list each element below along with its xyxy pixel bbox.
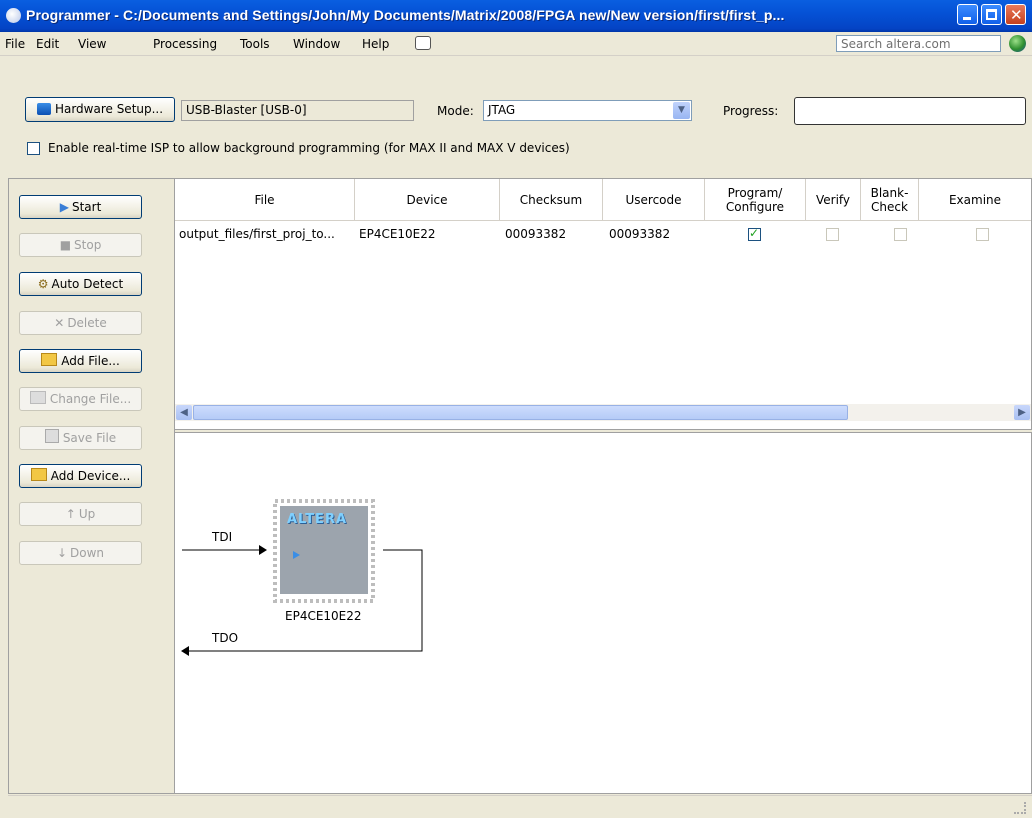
delete-button[interactable]: ✕ Delete — [19, 311, 142, 335]
auto-detect-label: Auto Detect — [51, 277, 124, 291]
column-header-blank-check[interactable]: Blank- Check — [861, 179, 919, 221]
up-button[interactable]: ↑ Up — [19, 502, 142, 526]
device-label: EP4CE10E22 — [285, 609, 362, 623]
examine-checkbox[interactable] — [976, 228, 989, 241]
minimize-button[interactable] — [957, 4, 978, 25]
menu-tools[interactable]: Tools — [240, 37, 270, 51]
hardware-setup-label: Hardware Setup... — [54, 102, 164, 116]
add-file-label: Add File... — [61, 354, 120, 368]
add-device-icon — [30, 468, 47, 481]
row-checksum-cell: 00093382 — [505, 227, 567, 241]
progress-bar — [794, 97, 1026, 125]
mode-select[interactable]: JTAG ▼ — [483, 100, 692, 121]
tdi-arrow-icon — [259, 545, 267, 555]
mode-label: Mode: — [437, 104, 474, 118]
add-device-button[interactable]: Add Device... — [19, 464, 142, 488]
down-button[interactable]: ↓ Down — [19, 541, 142, 565]
jtag-chain-canvas: TDI TDO ALTERA EP4CE10E22 — [174, 432, 1032, 794]
title-bar: Programmer - C:/Documents and Settings/J… — [0, 0, 1032, 32]
column-header-checksum[interactable]: Checksum — [500, 179, 603, 221]
scroll-right-arrow-icon[interactable]: ▶ — [1014, 405, 1030, 420]
globe-icon[interactable] — [1009, 35, 1026, 52]
hardware-field: USB-Blaster [USB-0] — [181, 100, 414, 121]
menu-view[interactable]: View — [78, 37, 106, 51]
menu-window[interactable]: Window — [293, 37, 340, 51]
add-file-button[interactable]: Add File... — [19, 349, 142, 373]
menu-file[interactable]: File — [5, 37, 25, 51]
help-chat-icon[interactable] — [415, 36, 431, 50]
row-usercode-cell: 00093382 — [609, 227, 671, 241]
column-header-program[interactable]: Program/ Configure — [705, 179, 806, 221]
start-icon: ▶ — [59, 200, 69, 214]
isp-checkbox-label: Enable real-time ISP to allow background… — [48, 141, 570, 155]
change-file-icon — [29, 391, 46, 404]
search-input[interactable]: Search altera.com — [836, 35, 1001, 52]
folder-icon — [41, 353, 58, 366]
delete-icon: ✕ — [54, 316, 65, 330]
delete-label: Delete — [67, 316, 107, 330]
checkmark-icon: ✓ — [749, 226, 760, 240]
window-title: Programmer - C:/Documents and Settings/J… — [26, 7, 785, 23]
up-arrow-icon: ↑ — [65, 507, 76, 521]
start-label: Start — [71, 200, 102, 214]
menu-help[interactable]: Help — [362, 37, 389, 51]
status-bar — [8, 795, 1032, 818]
column-header-examine[interactable]: Examine — [919, 179, 1031, 221]
blank-check-checkbox[interactable] — [894, 228, 907, 241]
column-header-verify[interactable]: Verify — [806, 179, 861, 221]
close-button[interactable]: ✕ — [1005, 4, 1026, 25]
hardware-setup-button[interactable]: Hardware Setup... — [25, 97, 175, 122]
column-header-file[interactable]: File — [175, 179, 355, 221]
menu-edit[interactable]: Edit — [36, 37, 59, 51]
row-file-cell: output_files/first_proj_to... — [179, 227, 335, 241]
change-file-label: Change File... — [49, 392, 132, 406]
verify-checkbox[interactable] — [826, 228, 839, 241]
start-button[interactable]: ▶ Start — [19, 195, 142, 219]
tdo-arrow-icon — [181, 646, 189, 656]
up-label: Up — [78, 507, 96, 521]
save-file-button[interactable]: Save File — [19, 426, 142, 450]
scrollbar-thumb[interactable] — [193, 405, 848, 420]
column-header-usercode[interactable]: Usercode — [603, 179, 705, 221]
isp-checkbox[interactable] — [27, 142, 40, 155]
down-arrow-icon: ↓ — [56, 546, 68, 560]
down-label: Down — [70, 546, 105, 560]
auto-detect-button[interactable]: ⚙ Auto Detect — [19, 272, 142, 296]
horizontal-scrollbar[interactable]: ◀ ▶ — [175, 404, 1031, 421]
program-checkbox[interactable]: ✓ — [748, 226, 761, 241]
scroll-left-arrow-icon[interactable]: ◀ — [176, 405, 192, 420]
tdi-label: TDI — [212, 530, 233, 544]
change-file-button[interactable]: Change File... — [19, 387, 142, 411]
dropdown-arrow-icon[interactable]: ▼ — [673, 102, 690, 119]
mode-value: JTAG — [488, 103, 516, 117]
tdo-label: TDO — [212, 631, 239, 645]
stop-button[interactable]: ■ Stop — [19, 233, 142, 257]
save-file-label: Save File — [62, 431, 117, 445]
column-header-device[interactable]: Device — [355, 179, 500, 221]
app-icon — [6, 8, 21, 23]
add-device-label: Add Device... — [50, 469, 131, 483]
progress-label: Progress: — [723, 104, 779, 118]
altera-logo: ALTERA — [287, 512, 348, 527]
auto-detect-icon: ⚙ — [37, 277, 49, 291]
device-table: File Device Checksum Usercode Program/ C… — [174, 178, 1032, 430]
stop-icon: ■ — [59, 238, 72, 252]
row-device-cell: EP4CE10E22 — [359, 227, 436, 241]
resize-grip-icon[interactable] — [1014, 802, 1026, 814]
menu-processing[interactable]: Processing — [153, 37, 217, 51]
save-icon — [44, 429, 59, 443]
maximize-button[interactable] — [981, 4, 1002, 25]
hardware-setup-icon — [36, 103, 51, 115]
stop-label: Stop — [74, 238, 102, 252]
